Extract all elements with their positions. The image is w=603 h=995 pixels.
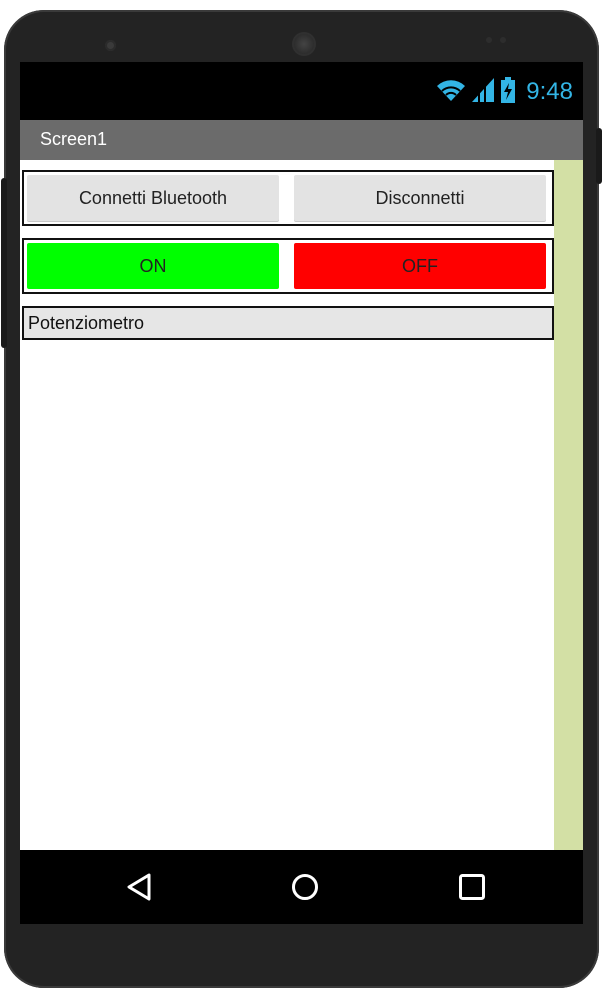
off-button[interactable]: OFF (294, 243, 546, 289)
status-icons: 9:48 (436, 76, 573, 108)
status-clock: 9:48 (526, 78, 573, 105)
app-content: Connetti Bluetooth Disconnetti ON OFF Po… (20, 160, 583, 850)
sensor-icon (500, 37, 506, 43)
disconnect-button[interactable]: Disconnetti (294, 175, 546, 221)
potentiometer-label-box: Potenziometro (22, 306, 554, 340)
title-bar: Screen1 (20, 120, 583, 160)
bluetooth-button-row: Connetti Bluetooth Disconnetti (22, 170, 554, 226)
front-camera-icon (105, 40, 116, 51)
back-icon[interactable] (119, 867, 159, 907)
screen-title: Screen1 (40, 129, 108, 149)
device-screen: 9:48 Screen1 Connetti Bluetooth Disconne… (20, 62, 583, 924)
navigation-bar (20, 850, 583, 924)
phone-frame: 9:48 Screen1 Connetti Bluetooth Disconne… (1, 10, 602, 988)
power-button (596, 128, 602, 184)
sensor-icon (486, 37, 492, 43)
scroll-strip (554, 160, 583, 850)
on-button[interactable]: ON (27, 243, 279, 289)
connect-bluetooth-button[interactable]: Connetti Bluetooth (27, 175, 279, 221)
status-bar: 9:48 (20, 62, 583, 120)
home-icon[interactable] (285, 867, 325, 907)
earpiece-speaker-icon (292, 32, 316, 56)
potentiometer-label: Potenziometro (28, 313, 145, 333)
volume-button (1, 178, 7, 348)
recents-icon[interactable] (452, 867, 492, 907)
wifi-icon (436, 78, 466, 107)
signal-icon (472, 77, 495, 107)
on-off-button-row: ON OFF (22, 238, 554, 294)
battery-charging-icon (500, 76, 516, 108)
